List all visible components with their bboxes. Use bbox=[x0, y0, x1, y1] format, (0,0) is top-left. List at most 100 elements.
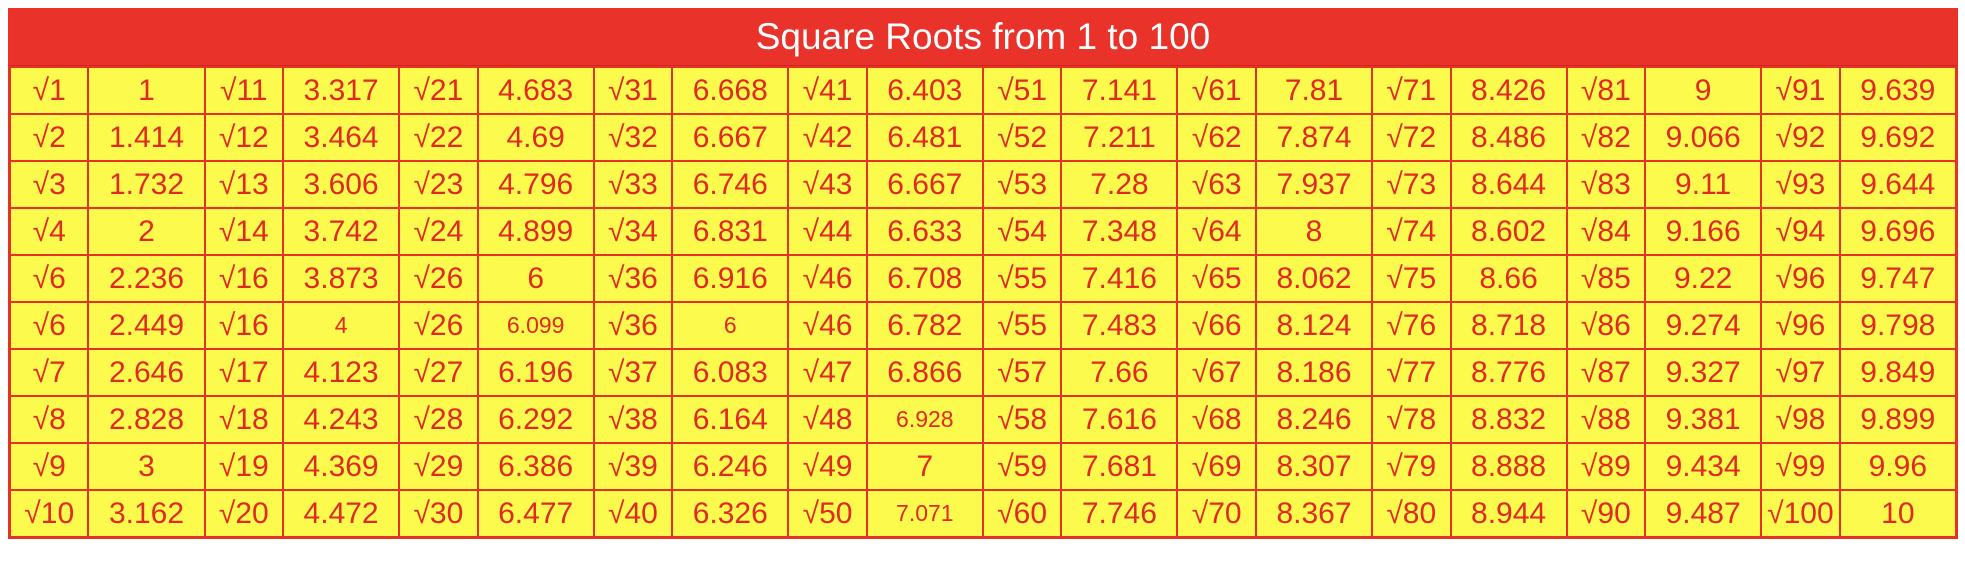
table-row: √2 1.414 √12 3.464 √22 4.69 √32 6.667 √42 6.481 √5… bbox=[8, 113, 1958, 162]
root-label-cell: √53 bbox=[981, 160, 1063, 209]
root-value-cell: 6 bbox=[476, 254, 595, 303]
root-value-cell: 6.246 bbox=[671, 442, 790, 491]
root-value-cell: 8.246 bbox=[1254, 395, 1374, 444]
root-value-cell: 8.602 bbox=[1449, 207, 1568, 256]
root-label-cell: √57 bbox=[981, 348, 1063, 397]
root-value-cell: 7.348 bbox=[1060, 207, 1179, 256]
root-value-cell: 6.083 bbox=[671, 348, 790, 397]
root-value-cell: 6.667 bbox=[671, 113, 790, 162]
root-value-cell: 7.071 bbox=[865, 489, 984, 538]
root-value-cell: 6.633 bbox=[865, 207, 984, 256]
root-label-cell: √52 bbox=[981, 113, 1063, 162]
root-label-cell: √99 bbox=[1760, 442, 1841, 491]
root-value-cell: 6.326 bbox=[671, 489, 790, 538]
root-label-cell: √94 bbox=[1760, 207, 1841, 256]
root-label-cell: √1 bbox=[8, 66, 90, 115]
root-value-cell: 6.164 bbox=[671, 395, 790, 444]
root-label-cell: √20 bbox=[203, 489, 285, 538]
root-label-cell: √62 bbox=[1176, 113, 1257, 162]
root-label-cell: √16 bbox=[203, 254, 285, 303]
root-label-cell: √97 bbox=[1760, 348, 1841, 397]
root-value-cell: 9.899 bbox=[1838, 395, 1958, 444]
root-value-cell: 6 bbox=[671, 301, 790, 350]
root-label-cell: √42 bbox=[787, 113, 868, 162]
root-label-cell: √41 bbox=[787, 66, 868, 115]
root-label-cell: √83 bbox=[1565, 160, 1647, 209]
root-label-cell: √61 bbox=[1176, 66, 1257, 115]
root-value-cell: 7.483 bbox=[1060, 301, 1179, 350]
root-value-cell: 9 bbox=[1644, 66, 1763, 115]
table-row: √8 2.828 √18 4.243 √28 6.292 √38 6.164 √48 6.928 √… bbox=[8, 395, 1958, 444]
root-label-cell: √84 bbox=[1565, 207, 1647, 256]
root-label-cell: √31 bbox=[592, 66, 674, 115]
root-value-cell: 8.062 bbox=[1254, 254, 1374, 303]
root-label-cell: √50 bbox=[787, 489, 868, 538]
root-label-cell: √74 bbox=[1371, 207, 1452, 256]
root-label-cell: √6 bbox=[8, 301, 90, 350]
root-value-cell: 6.782 bbox=[865, 301, 984, 350]
root-label-cell: √46 bbox=[787, 301, 868, 350]
root-value-cell: 7.874 bbox=[1254, 113, 1374, 162]
root-value-cell: 7 bbox=[865, 442, 984, 491]
root-label-cell: √40 bbox=[592, 489, 674, 538]
root-label-cell: √7 bbox=[8, 348, 90, 397]
root-value-cell: 8.832 bbox=[1449, 395, 1568, 444]
root-value-cell: 2.646 bbox=[87, 348, 206, 397]
root-label-cell: √92 bbox=[1760, 113, 1841, 162]
table-row: √7 2.646 √17 4.123 √27 6.196 √37 6.083 √47 6.866 √… bbox=[8, 348, 1958, 397]
root-value-cell: 8.307 bbox=[1254, 442, 1374, 491]
root-value-cell: 7.681 bbox=[1060, 442, 1179, 491]
root-label-cell: √80 bbox=[1371, 489, 1452, 538]
root-value-cell: 7.616 bbox=[1060, 395, 1179, 444]
root-value-cell: 6.708 bbox=[865, 254, 984, 303]
root-label-cell: √76 bbox=[1371, 301, 1452, 350]
root-label-cell: √85 bbox=[1565, 254, 1647, 303]
root-label-cell: √71 bbox=[1371, 66, 1452, 115]
table-title: Square Roots from 1 to 100 bbox=[9, 9, 1957, 66]
root-value-cell: 9.96 bbox=[1838, 442, 1958, 491]
root-label-cell: √26 bbox=[398, 254, 479, 303]
root-value-cell: 9.639 bbox=[1838, 66, 1958, 115]
root-value-cell: 2.236 bbox=[87, 254, 206, 303]
root-value-cell: 7.211 bbox=[1060, 113, 1179, 162]
root-value-cell: 9.327 bbox=[1644, 348, 1763, 397]
root-label-cell: √44 bbox=[787, 207, 868, 256]
root-value-cell: 9.381 bbox=[1644, 395, 1763, 444]
root-value-cell: 9.11 bbox=[1644, 160, 1763, 209]
root-label-cell: √12 bbox=[203, 113, 285, 162]
root-label-cell: √36 bbox=[592, 301, 674, 350]
root-value-cell: 3.317 bbox=[282, 66, 401, 115]
root-value-cell: 1.732 bbox=[87, 160, 206, 209]
root-label-cell: √43 bbox=[787, 160, 868, 209]
root-value-cell: 6.831 bbox=[671, 207, 790, 256]
root-value-cell: 6.668 bbox=[671, 66, 790, 115]
root-value-cell: 8.776 bbox=[1449, 348, 1568, 397]
root-value-cell: 7.81 bbox=[1254, 66, 1374, 115]
root-label-cell: √24 bbox=[398, 207, 479, 256]
root-label-cell: √58 bbox=[981, 395, 1063, 444]
root-value-cell: 7.66 bbox=[1060, 348, 1179, 397]
root-label-cell: √32 bbox=[592, 113, 674, 162]
table-row: √9 3 √19 4.369 √29 6.386 √39 6.246 √49 7 √59 7.681 √… bbox=[8, 442, 1958, 491]
root-value-cell: 8.186 bbox=[1254, 348, 1374, 397]
root-value-cell: 4.472 bbox=[282, 489, 401, 538]
root-value-cell: 9.644 bbox=[1838, 160, 1958, 209]
root-value-cell: 9.849 bbox=[1838, 348, 1958, 397]
root-value-cell: 4.683 bbox=[476, 66, 595, 115]
root-label-cell: √14 bbox=[203, 207, 285, 256]
root-label-cell: √55 bbox=[981, 301, 1063, 350]
root-value-cell: 9.692 bbox=[1838, 113, 1958, 162]
root-value-cell: 6.292 bbox=[476, 395, 595, 444]
root-value-cell: 9.066 bbox=[1644, 113, 1763, 162]
root-value-cell: 8.124 bbox=[1254, 301, 1374, 350]
root-label-cell: √66 bbox=[1176, 301, 1257, 350]
root-label-cell: √51 bbox=[981, 66, 1063, 115]
root-value-cell: 8.888 bbox=[1449, 442, 1568, 491]
root-value-cell: 9.166 bbox=[1644, 207, 1763, 256]
table-row: √3 1.732 √13 3.606 √23 4.796 √33 6.746 √43 6.667 √… bbox=[8, 160, 1958, 209]
root-label-cell: √90 bbox=[1565, 489, 1647, 538]
root-label-cell: √46 bbox=[787, 254, 868, 303]
root-label-cell: √87 bbox=[1565, 348, 1647, 397]
root-label-cell: √68 bbox=[1176, 395, 1257, 444]
root-value-cell: 9.22 bbox=[1644, 254, 1763, 303]
